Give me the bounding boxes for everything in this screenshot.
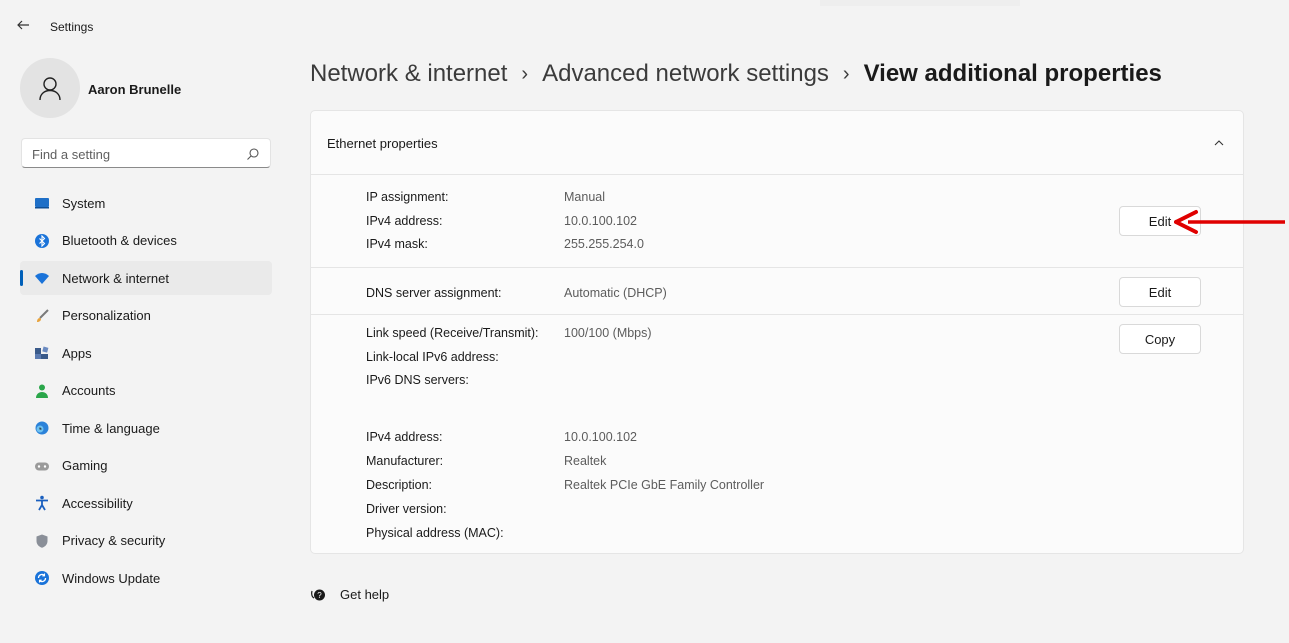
ipv4-address-value: 10.0.100.102 bbox=[564, 214, 637, 228]
sidebar-item-label: Bluetooth & devices bbox=[62, 233, 177, 248]
driver-version-label: Driver version: bbox=[366, 502, 447, 516]
ip-assignment-value: Manual bbox=[564, 190, 605, 204]
sidebar-item-windows-update[interactable]: Windows Update bbox=[20, 561, 272, 595]
sidebar-item-accessibility[interactable]: Accessibility bbox=[20, 486, 272, 520]
ethernet-properties-header[interactable]: Ethernet properties bbox=[311, 111, 1243, 175]
search-icon[interactable] bbox=[246, 147, 260, 161]
description-label: Description: bbox=[366, 478, 432, 492]
ipv4-address-info-row: IPv4 address: 10.0.100.102 bbox=[311, 430, 1243, 452]
wifi-icon bbox=[34, 270, 50, 286]
ipv4-mask-label: IPv4 mask: bbox=[366, 237, 428, 251]
back-button[interactable] bbox=[16, 18, 34, 36]
driver-version-row: Driver version: bbox=[311, 502, 1243, 524]
sidebar-item-label: Network & internet bbox=[62, 270, 169, 286]
ipv6-dns-row: IPv6 DNS servers: bbox=[311, 373, 1243, 395]
sidebar-item-label: Apps bbox=[62, 345, 92, 361]
link-local-ipv6-label: Link-local IPv6 address: bbox=[366, 350, 499, 364]
page-title: View additional properties bbox=[863, 60, 1162, 87]
mac-address-label: Physical address (MAC): bbox=[366, 526, 504, 540]
app-title: Settings bbox=[50, 20, 94, 34]
sidebar-item-label: Accounts bbox=[62, 383, 116, 398]
ipv4-address-label: IPv4 address: bbox=[366, 214, 443, 228]
sidebar-item-label: Personalization bbox=[62, 308, 151, 323]
dns-assignment-value: Automatic (DHCP) bbox=[564, 286, 667, 300]
dns-section: DNS server assignment: Automatic (DHCP) … bbox=[311, 268, 1243, 315]
card-title: Ethernet properties bbox=[327, 136, 438, 151]
mac-address-row: Physical address (MAC): bbox=[311, 526, 1243, 548]
sidebar-item-bluetooth[interactable]: Bluetooth & devices bbox=[20, 224, 272, 258]
breadcrumb-separator: › bbox=[521, 62, 529, 85]
link-local-ipv6-row: Link-local IPv6 address: bbox=[311, 350, 1243, 372]
get-help-link[interactable]: ? Get help bbox=[310, 586, 389, 602]
manufacturer-row: Manufacturer: Realtek bbox=[311, 454, 1243, 476]
ipv4-address-info-value: 10.0.100.102 bbox=[564, 430, 637, 444]
get-help-label: Get help bbox=[340, 586, 390, 602]
help-icon: ? bbox=[311, 589, 325, 601]
search-box[interactable] bbox=[21, 138, 271, 168]
dns-assignment-label: DNS server assignment: bbox=[366, 286, 502, 300]
system-icon bbox=[34, 195, 50, 211]
sidebar-item-label: Windows Update bbox=[62, 570, 161, 586]
bluetooth-icon bbox=[34, 233, 50, 249]
breadcrumb-advanced-network-settings[interactable]: Advanced network settings bbox=[542, 60, 829, 88]
sidebar-item-apps[interactable]: Apps bbox=[20, 336, 272, 370]
ipv6-dns-label: IPv6 DNS servers: bbox=[366, 373, 469, 387]
sidebar-item-personalization[interactable]: Personalization bbox=[20, 299, 272, 333]
update-icon bbox=[34, 570, 50, 586]
title-bar-strip bbox=[820, 0, 1020, 6]
sidebar-nav: System Bluetooth & devices Network & int… bbox=[20, 186, 272, 599]
ip-assignment-label: IP assignment: bbox=[366, 190, 449, 204]
link-speed-label: Link speed (Receive/Transmit): bbox=[366, 326, 539, 340]
dns-edit-button[interactable]: Edit bbox=[1119, 277, 1201, 307]
apps-icon bbox=[34, 345, 50, 361]
svg-text:?: ? bbox=[317, 591, 322, 600]
breadcrumb-separator: › bbox=[842, 62, 850, 85]
avatar bbox=[20, 58, 80, 118]
accessibility-icon bbox=[34, 495, 50, 511]
person-icon bbox=[34, 383, 50, 399]
breadcrumb-network-internet[interactable]: Network & internet bbox=[310, 60, 507, 88]
ip-assignment-row: IP assignment: Manual bbox=[311, 190, 1243, 212]
sidebar-item-label: Time & language bbox=[62, 420, 160, 436]
ethernet-properties-card: Ethernet properties IP assignment: Manua… bbox=[310, 110, 1244, 554]
brush-icon bbox=[34, 308, 50, 324]
manufacturer-label: Manufacturer: bbox=[366, 454, 444, 468]
sidebar-item-accounts[interactable]: Accounts bbox=[20, 374, 272, 408]
chevron-up-icon[interactable] bbox=[1213, 137, 1225, 149]
back-arrow-icon bbox=[17, 20, 29, 30]
search-input[interactable] bbox=[32, 145, 232, 163]
sidebar-item-network[interactable]: Network & internet bbox=[20, 261, 272, 295]
ipv4-mask-value: 255.255.254.0 bbox=[564, 237, 644, 251]
manufacturer-value: Realtek bbox=[564, 454, 607, 468]
adapter-info-section: Link speed (Receive/Transmit): 100/100 (… bbox=[311, 315, 1243, 553]
ipv4-mask-row: IPv4 mask: 255.255.254.0 bbox=[311, 237, 1243, 259]
link-speed-row: Link speed (Receive/Transmit): 100/100 (… bbox=[311, 326, 1243, 348]
sidebar-item-gaming[interactable]: Gaming bbox=[20, 449, 272, 483]
sidebar-item-label: System bbox=[62, 195, 106, 211]
title-bar: Settings bbox=[0, 0, 1289, 56]
globe-clock-icon bbox=[34, 420, 50, 436]
sidebar-item-label: Gaming bbox=[62, 458, 108, 473]
link-speed-value: 100/100 (Mbps) bbox=[564, 326, 652, 340]
annotation-arrow-icon bbox=[1174, 210, 1285, 234]
shield-icon bbox=[34, 533, 50, 549]
ip-assignment-section: IP assignment: Manual IPv4 address: 10.0… bbox=[311, 175, 1243, 268]
gamepad-icon bbox=[34, 458, 50, 474]
sidebar-item-system[interactable]: System bbox=[20, 186, 272, 220]
person-icon bbox=[39, 77, 61, 101]
ipv4-address-info-label: IPv4 address: bbox=[366, 430, 443, 444]
sidebar-item-label: Accessibility bbox=[62, 495, 133, 511]
description-row: Description: Realtek PCIe GbE Family Con… bbox=[311, 478, 1243, 500]
copy-button[interactable]: Copy bbox=[1119, 324, 1201, 354]
user-profile[interactable]: Aaron Brunelle bbox=[20, 58, 280, 118]
sidebar-item-privacy-security[interactable]: Privacy & security bbox=[20, 524, 272, 558]
profile-name: Aaron Brunelle bbox=[88, 82, 182, 97]
active-indicator bbox=[20, 270, 23, 286]
ipv4-address-row: IPv4 address: 10.0.100.102 bbox=[311, 214, 1243, 236]
description-value: Realtek PCIe GbE Family Controller bbox=[564, 478, 765, 492]
sidebar-item-time-language[interactable]: Time & language bbox=[20, 411, 272, 445]
sidebar-item-label: Privacy & security bbox=[62, 533, 166, 548]
dns-assignment-row: DNS server assignment: Automatic (DHCP) bbox=[311, 286, 1243, 308]
breadcrumb: Network & internet › Advanced network se… bbox=[310, 60, 1162, 88]
